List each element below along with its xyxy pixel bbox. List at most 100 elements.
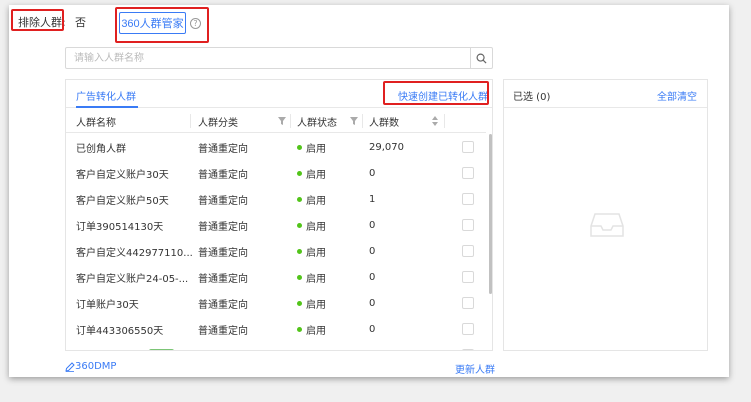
- column-header-category: 人群分类: [198, 117, 238, 129]
- table-row[interactable]: 客户自定义账户50天 普通重定向 启用 1: [66, 186, 486, 212]
- audience-category: 普通重定向: [198, 325, 248, 337]
- audience-settings-panel: 排除人群: 否 360人群管家 ? 广告转化人群 快速创建已转化人群 人群名称 …: [9, 5, 729, 377]
- search-button[interactable]: [470, 48, 492, 68]
- count-sort-icon[interactable]: [432, 116, 438, 126]
- question-circle-icon[interactable]: ?: [190, 18, 201, 29]
- selected-audience-panel: 已选 (0) 全部清空: [503, 79, 708, 351]
- status-dot-icon: [297, 144, 302, 150]
- tab-active-indicator: [76, 106, 138, 108]
- audience-name-text: 客户自定义账户24-05-...: [76, 273, 189, 285]
- audience-search-box: [65, 47, 493, 69]
- audience-status: 启用: [297, 134, 361, 160]
- selected-audience-header: 已选 (0) 全部清空: [504, 80, 707, 108]
- audience-name: 订单账户30天: [76, 290, 194, 316]
- audience-name: 客户自定义账户30天: [76, 160, 194, 186]
- audience-status: 启用: [297, 238, 361, 264]
- audience-category: 普通重定向: [198, 273, 248, 285]
- audience-search-input[interactable]: [66, 48, 470, 68]
- audience-name-text: 客户自定义442977110...: [76, 247, 193, 259]
- audience-name-text: 已唤回客户账户: [76, 348, 146, 351]
- audience-count: 0: [369, 297, 376, 309]
- audience-name: 客户自定义账户24-05-...: [76, 264, 194, 290]
- audience-status-text: 启用: [306, 143, 326, 155]
- update-audience-link[interactable]: 更新人群: [455, 361, 495, 376]
- row-checkbox[interactable]: [462, 219, 474, 231]
- dmp-link[interactable]: 360DMP: [65, 361, 116, 372]
- audience-category: 普通重定向: [198, 299, 248, 311]
- tab-ad-conversion-audience[interactable]: 广告转化人群: [76, 88, 136, 103]
- new-tag: NEW: [149, 349, 174, 350]
- audience-name-text: 客户自定义账户30天: [76, 169, 169, 181]
- audience-category: 普通重定向: [198, 143, 248, 155]
- status-dot-icon: [297, 170, 302, 176]
- audience-status-text: 启用: [306, 169, 326, 181]
- row-checkbox[interactable]: [462, 297, 474, 309]
- table-row[interactable]: 客户自定义账户24-05-... 普通重定向 启用 0: [66, 264, 486, 290]
- audience-count: 0: [369, 219, 376, 231]
- audience-list-header: 广告转化人群 快速创建已转化人群: [66, 80, 492, 108]
- audience-status: 暂停: [297, 342, 361, 350]
- column-divider: [444, 114, 445, 128]
- dmp-link-label: 360DMP: [75, 361, 117, 372]
- status-dot-icon: [297, 326, 302, 332]
- audience-status-text: 启用: [306, 273, 326, 285]
- clear-all-button[interactable]: 全部清空: [657, 88, 697, 103]
- audience-status: 启用: [297, 186, 361, 212]
- status-filter-icon[interactable]: [350, 117, 358, 125]
- audience-name-text: 订单390514130天: [76, 221, 164, 233]
- row-checkbox[interactable]: [462, 167, 474, 179]
- audience-category: 普通重定向: [198, 342, 288, 350]
- column-divider: [190, 114, 191, 128]
- audience-category: 普通重定向: [198, 221, 248, 233]
- audience-count: 0: [369, 323, 376, 335]
- table-row[interactable]: 订单账户30天 普通重定向 启用 0: [66, 290, 486, 316]
- status-dot-icon: [297, 300, 302, 306]
- audience-count: 0: [369, 245, 376, 257]
- status-dot-icon: [297, 274, 302, 280]
- audience-status: 启用: [297, 290, 361, 316]
- audience-count: 0: [369, 271, 376, 283]
- column-header-status: 人群状态: [297, 117, 337, 129]
- table-row[interactable]: 已创角人群 普通重定向 启用 29,070: [66, 134, 486, 160]
- audience-category: 普通重定向: [198, 195, 248, 207]
- audience-status-text: 启用: [306, 247, 326, 259]
- table-row[interactable]: 客户自定义账户30天 普通重定向 启用 0: [66, 160, 486, 186]
- category-filter-icon[interactable]: [278, 117, 286, 125]
- quick-create-converted-audience-link[interactable]: 快速创建已转化人群: [398, 88, 488, 103]
- audience-name: 客户自定义442977110...: [76, 238, 194, 264]
- column-header-name: 人群名称: [76, 117, 116, 129]
- row-checkbox[interactable]: [462, 349, 474, 350]
- table-row[interactable]: 已唤回客户账户NEW 普通重定向 暂停 2,587,000: [66, 342, 486, 351]
- audience-status: 启用: [297, 160, 361, 186]
- exclude-audience-value[interactable]: 否: [75, 14, 86, 30]
- audience-category: 普通重定向: [198, 169, 248, 181]
- audience-manager-button[interactable]: 360人群管家: [119, 12, 186, 34]
- table-row[interactable]: 订单443306550天 普通重定向 启用 0: [66, 316, 486, 342]
- row-checkbox[interactable]: [462, 141, 474, 153]
- audience-name: 订单390514130天: [76, 212, 194, 238]
- row-checkbox[interactable]: [462, 271, 474, 283]
- row-checkbox[interactable]: [462, 193, 474, 205]
- audience-count: 0: [369, 167, 376, 179]
- exclude-audience-label: 排除人群:: [18, 16, 66, 29]
- table-row[interactable]: 客户自定义442977110... 普通重定向 启用 0: [66, 238, 486, 264]
- audience-status: 启用: [297, 316, 361, 342]
- audience-status-text: 启用: [306, 221, 326, 233]
- audience-status-text: 启用: [306, 325, 326, 337]
- audience-category: 普通重定向: [198, 247, 248, 259]
- table-row[interactable]: 订单390514130天 普通重定向 启用 0: [66, 212, 486, 238]
- audience-name-text: 已创角人群: [76, 143, 126, 155]
- audience-name-text: 订单443306550天: [76, 325, 164, 337]
- table-scrollbar[interactable]: [489, 134, 492, 294]
- audience-name: 已创角人群: [76, 134, 194, 160]
- row-checkbox[interactable]: [462, 245, 474, 257]
- table-header: 人群名称 人群分类 人群状态 人群数: [66, 109, 486, 133]
- search-icon: [476, 53, 487, 64]
- audience-status-text: 启用: [306, 195, 326, 207]
- audience-name: 客户自定义账户50天: [76, 186, 194, 212]
- audience-count: 2,587,000: [369, 342, 439, 351]
- status-dot-icon: [297, 222, 302, 228]
- status-dot-icon: [297, 196, 302, 202]
- audience-name-text: 客户自定义账户50天: [76, 195, 169, 207]
- row-checkbox[interactable]: [462, 323, 474, 335]
